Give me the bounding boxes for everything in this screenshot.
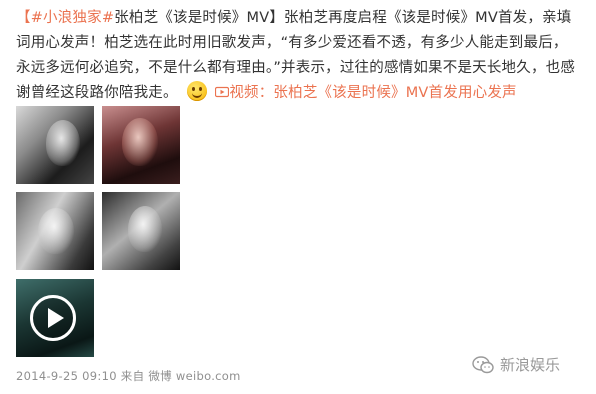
photo-thumbnail-1[interactable] — [16, 106, 94, 184]
post-meta: 2014-9-25 09:10 来自 微博 weibo.com — [16, 368, 241, 384]
post-source[interactable]: 微博 weibo.com — [148, 369, 240, 383]
video-thumbnail[interactable] — [16, 279, 94, 357]
post-text: 【#小浪独家#张柏芝《该是时候》MV】张柏芝再度启程《该是时候》MV首发，亲填词… — [16, 6, 582, 106]
photo-thumbnail-2[interactable] — [102, 106, 180, 184]
watermark-text: 新浪娱乐 — [500, 356, 561, 374]
topic-tag[interactable]: 【#小浪独家# — [16, 10, 114, 26]
photo-thumbnail-4[interactable] — [102, 192, 180, 270]
watermark: 新浪娱乐 — [472, 354, 560, 375]
wechat-icon — [472, 355, 494, 373]
post-title: 张柏芝《该是时候》MV】 — [114, 10, 285, 26]
portrait — [46, 120, 80, 166]
video-link[interactable]: 视频：张柏芝《该是时候》MV首发用心发声 — [215, 85, 517, 101]
play-icon[interactable] — [30, 295, 76, 341]
source-prefix: 来自 — [120, 369, 145, 383]
video-link-icon — [215, 86, 230, 98]
portrait — [128, 206, 162, 252]
portrait — [38, 208, 74, 254]
smile-emoji-icon — [186, 81, 207, 101]
portrait — [122, 118, 158, 166]
photo-thumbnail-3[interactable] — [16, 192, 94, 270]
video-link-label: 视频：张柏芝《该是时候》MV首发用心发声 — [229, 85, 517, 101]
post-timestamp[interactable]: 2014-9-25 09:10 — [16, 369, 117, 383]
